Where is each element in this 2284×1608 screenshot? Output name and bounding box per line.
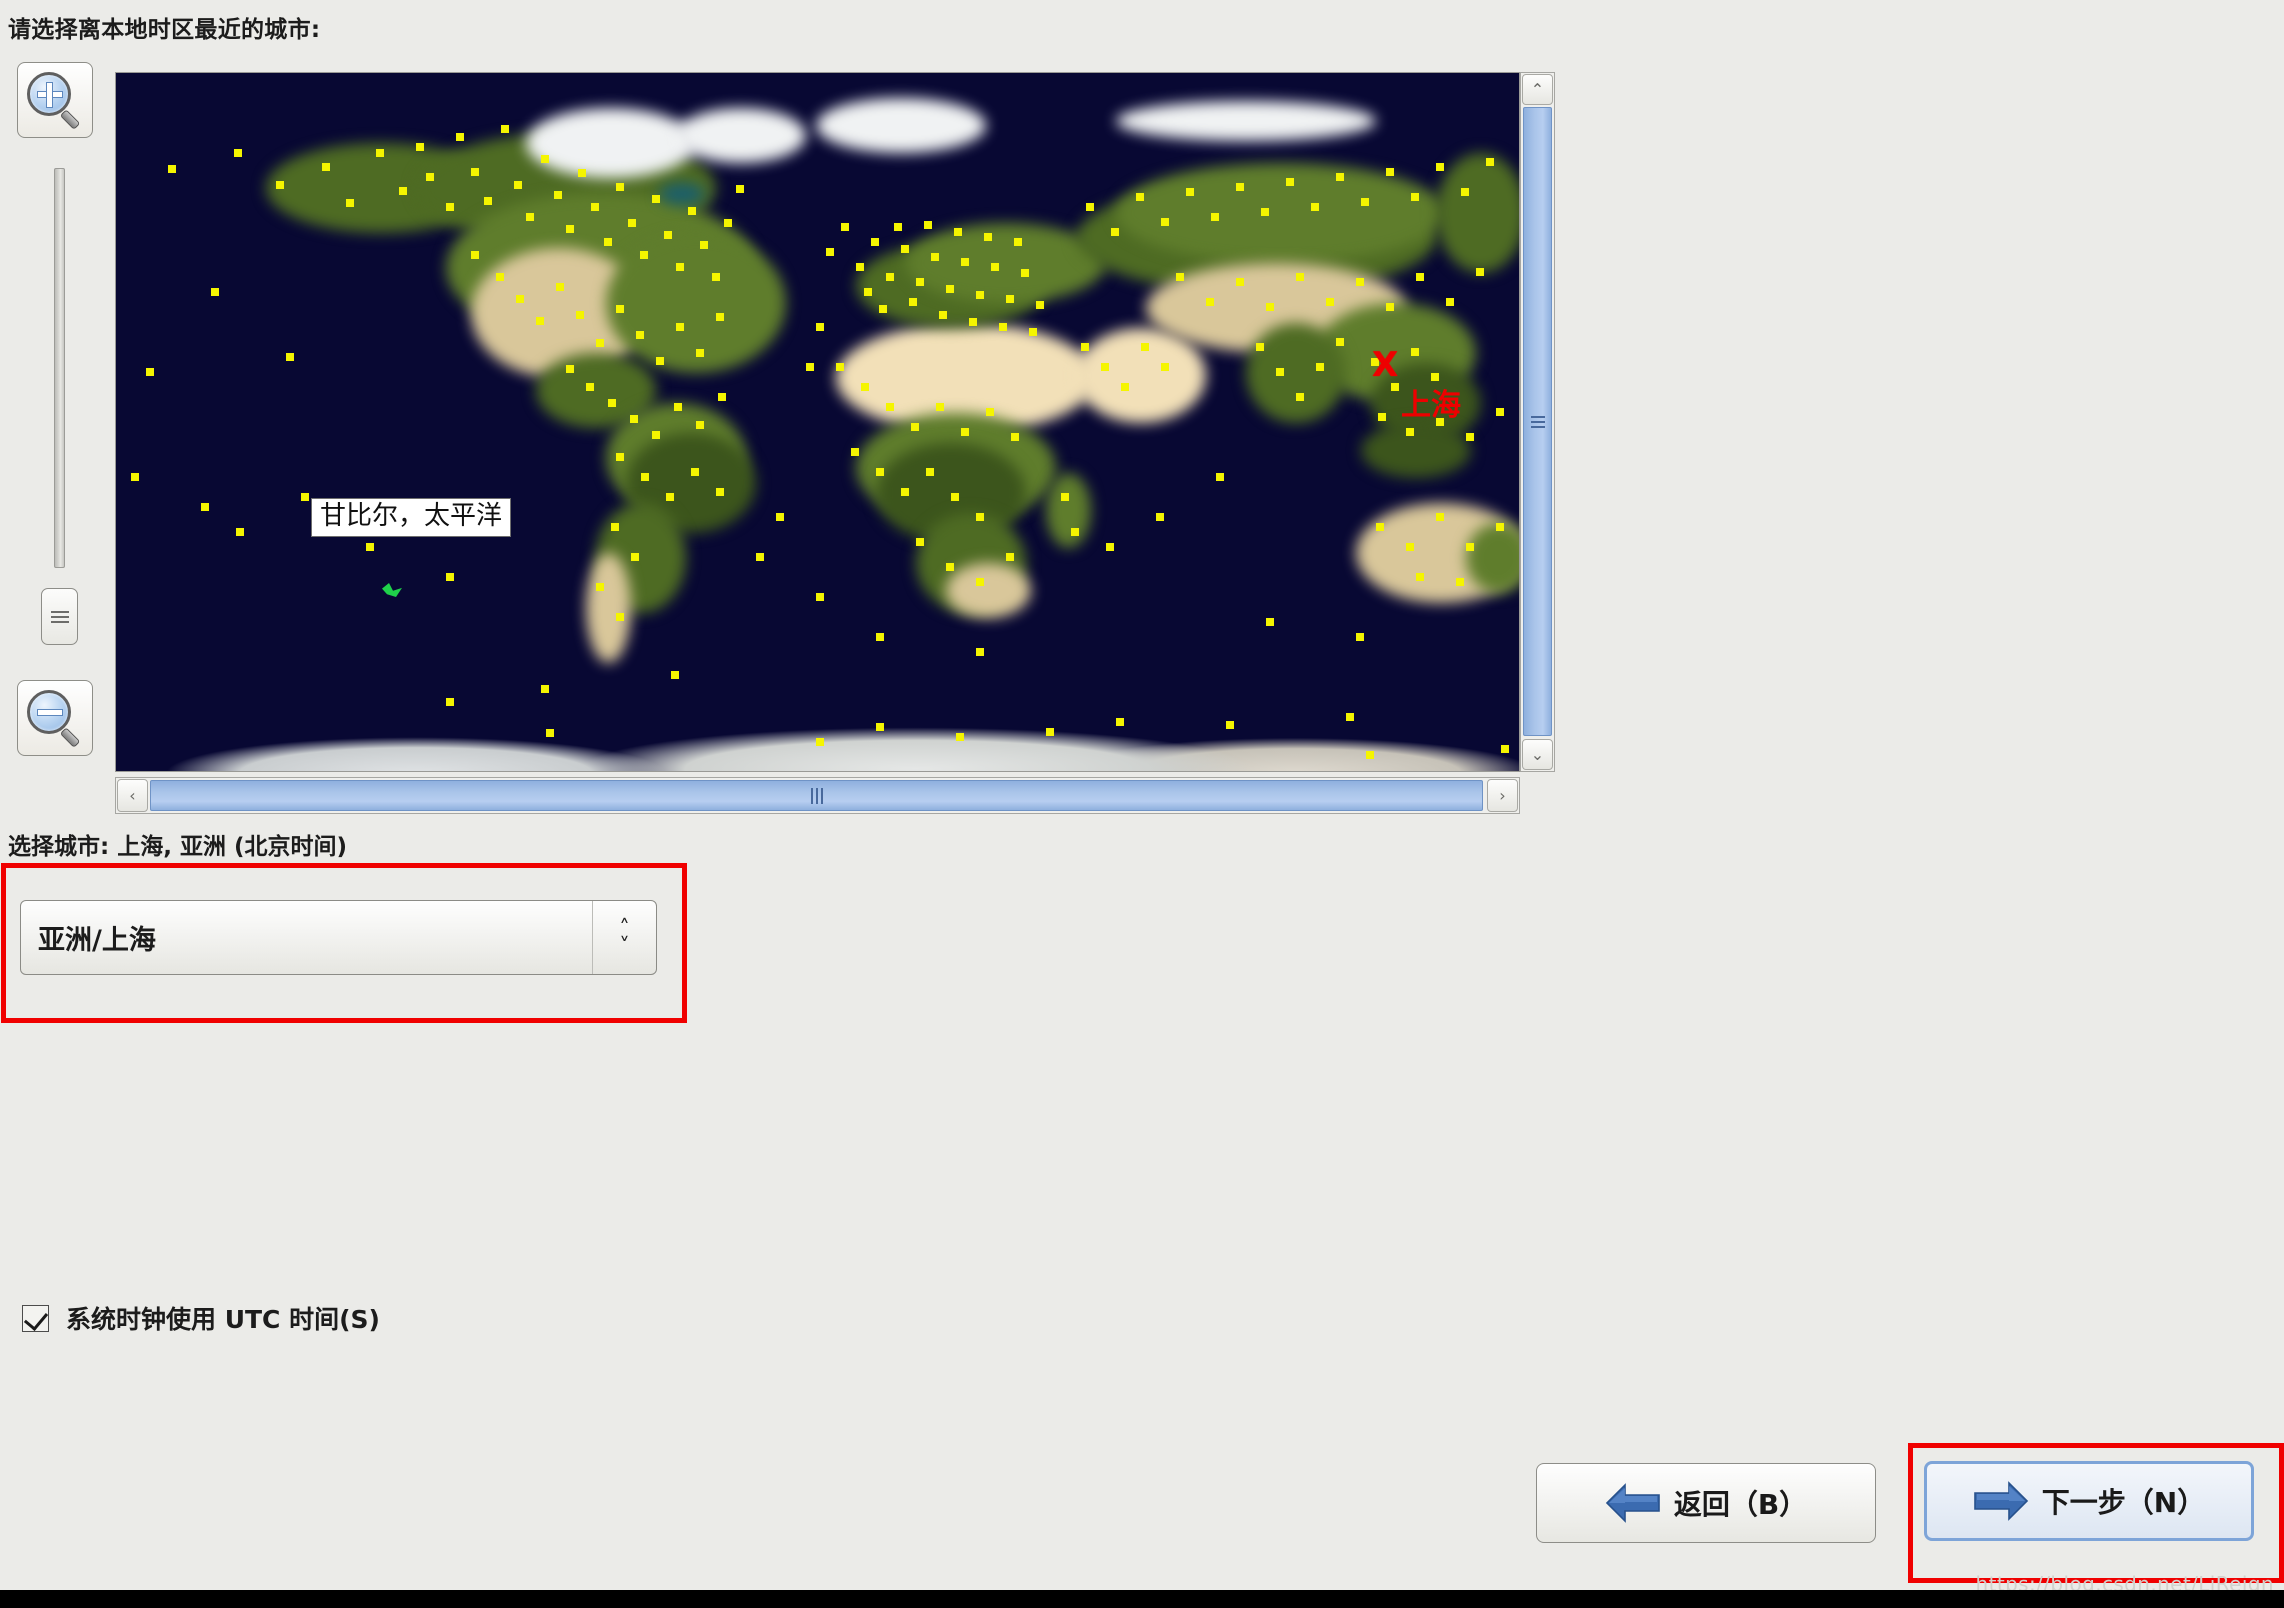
scroll-up-button[interactable]: ⌃ <box>1522 74 1553 105</box>
vertical-scroll-thumb[interactable] <box>1523 107 1552 736</box>
map-zoom-in-button[interactable] <box>17 62 93 138</box>
scroll-down-button[interactable]: ⌄ <box>1522 739 1553 770</box>
chevron-up-icon: ⌃ <box>1530 80 1545 99</box>
timezone-map-panel[interactable]: X 上海 甘比尔，太平洋 ⌃ ⌄ ‹ › <box>115 72 1555 814</box>
chevron-down-icon: ⌄ <box>1530 745 1545 764</box>
selected-location-marker: X <box>1372 345 1399 385</box>
next-button[interactable]: 下一步（N） <box>1924 1461 2254 1541</box>
map-vertical-scrollbar[interactable]: ⌃ ⌄ <box>1520 72 1555 772</box>
world-map-image[interactable]: X 上海 甘比尔，太平洋 <box>116 73 1519 771</box>
page-title: 请选择离本地时区最近的城市: <box>8 17 321 43</box>
timezone-spinner[interactable]: ˄ ˅ <box>592 901 656 974</box>
map-hover-tooltip: 甘比尔，太平洋 <box>311 498 512 537</box>
bottom-black-strip <box>0 1590 2284 1608</box>
magnifier-plus-icon <box>25 70 85 130</box>
chevron-left-icon: ‹ <box>129 786 136 805</box>
map-viewport[interactable]: X 上海 甘比尔，太平洋 <box>115 72 1520 772</box>
utc-clock-option-row[interactable]: 系统时钟使用 UTC 时间(S) <box>22 1300 380 1336</box>
scroll-right-button[interactable]: › <box>1487 779 1518 812</box>
arrow-right-icon <box>1973 1481 2028 1521</box>
timezone-selected-value: 亚洲/上海 <box>38 925 156 956</box>
arrow-left-icon <box>1605 1483 1660 1523</box>
map-zoom-slider-track[interactable] <box>54 168 65 568</box>
back-button-label: 返回（B） <box>1673 1488 1808 1521</box>
next-button-label: 下一步（N） <box>2041 1486 2206 1519</box>
city-dots-layer <box>116 73 1519 771</box>
back-button[interactable]: 返回（B） <box>1536 1463 1876 1543</box>
chevron-right-icon: › <box>1499 786 1506 805</box>
scroll-left-button[interactable]: ‹ <box>117 779 148 812</box>
magnifier-minus-icon <box>25 688 85 748</box>
selected-city-summary: 选择城市: 上海, 亚洲 (北京时间) <box>8 834 347 860</box>
grip-lines-icon <box>50 608 69 626</box>
map-zoom-slider-thumb[interactable] <box>41 588 78 645</box>
timezone-select[interactable]: 亚洲/上海 ˄ ˅ <box>20 900 657 975</box>
map-zoom-out-button[interactable] <box>17 680 93 756</box>
grip-lines-icon <box>810 787 823 804</box>
utc-clock-checkbox[interactable] <box>22 1304 49 1332</box>
grip-lines-icon <box>1530 413 1545 431</box>
chevron-down-icon: ˅ <box>619 933 630 958</box>
horizontal-scroll-thumb[interactable] <box>150 780 1483 811</box>
selected-city-map-label: 上海 <box>1401 388 1461 423</box>
utc-clock-label: 系统时钟使用 UTC 时间(S) <box>66 1305 380 1334</box>
map-horizontal-scrollbar[interactable]: ‹ › <box>115 777 1520 814</box>
